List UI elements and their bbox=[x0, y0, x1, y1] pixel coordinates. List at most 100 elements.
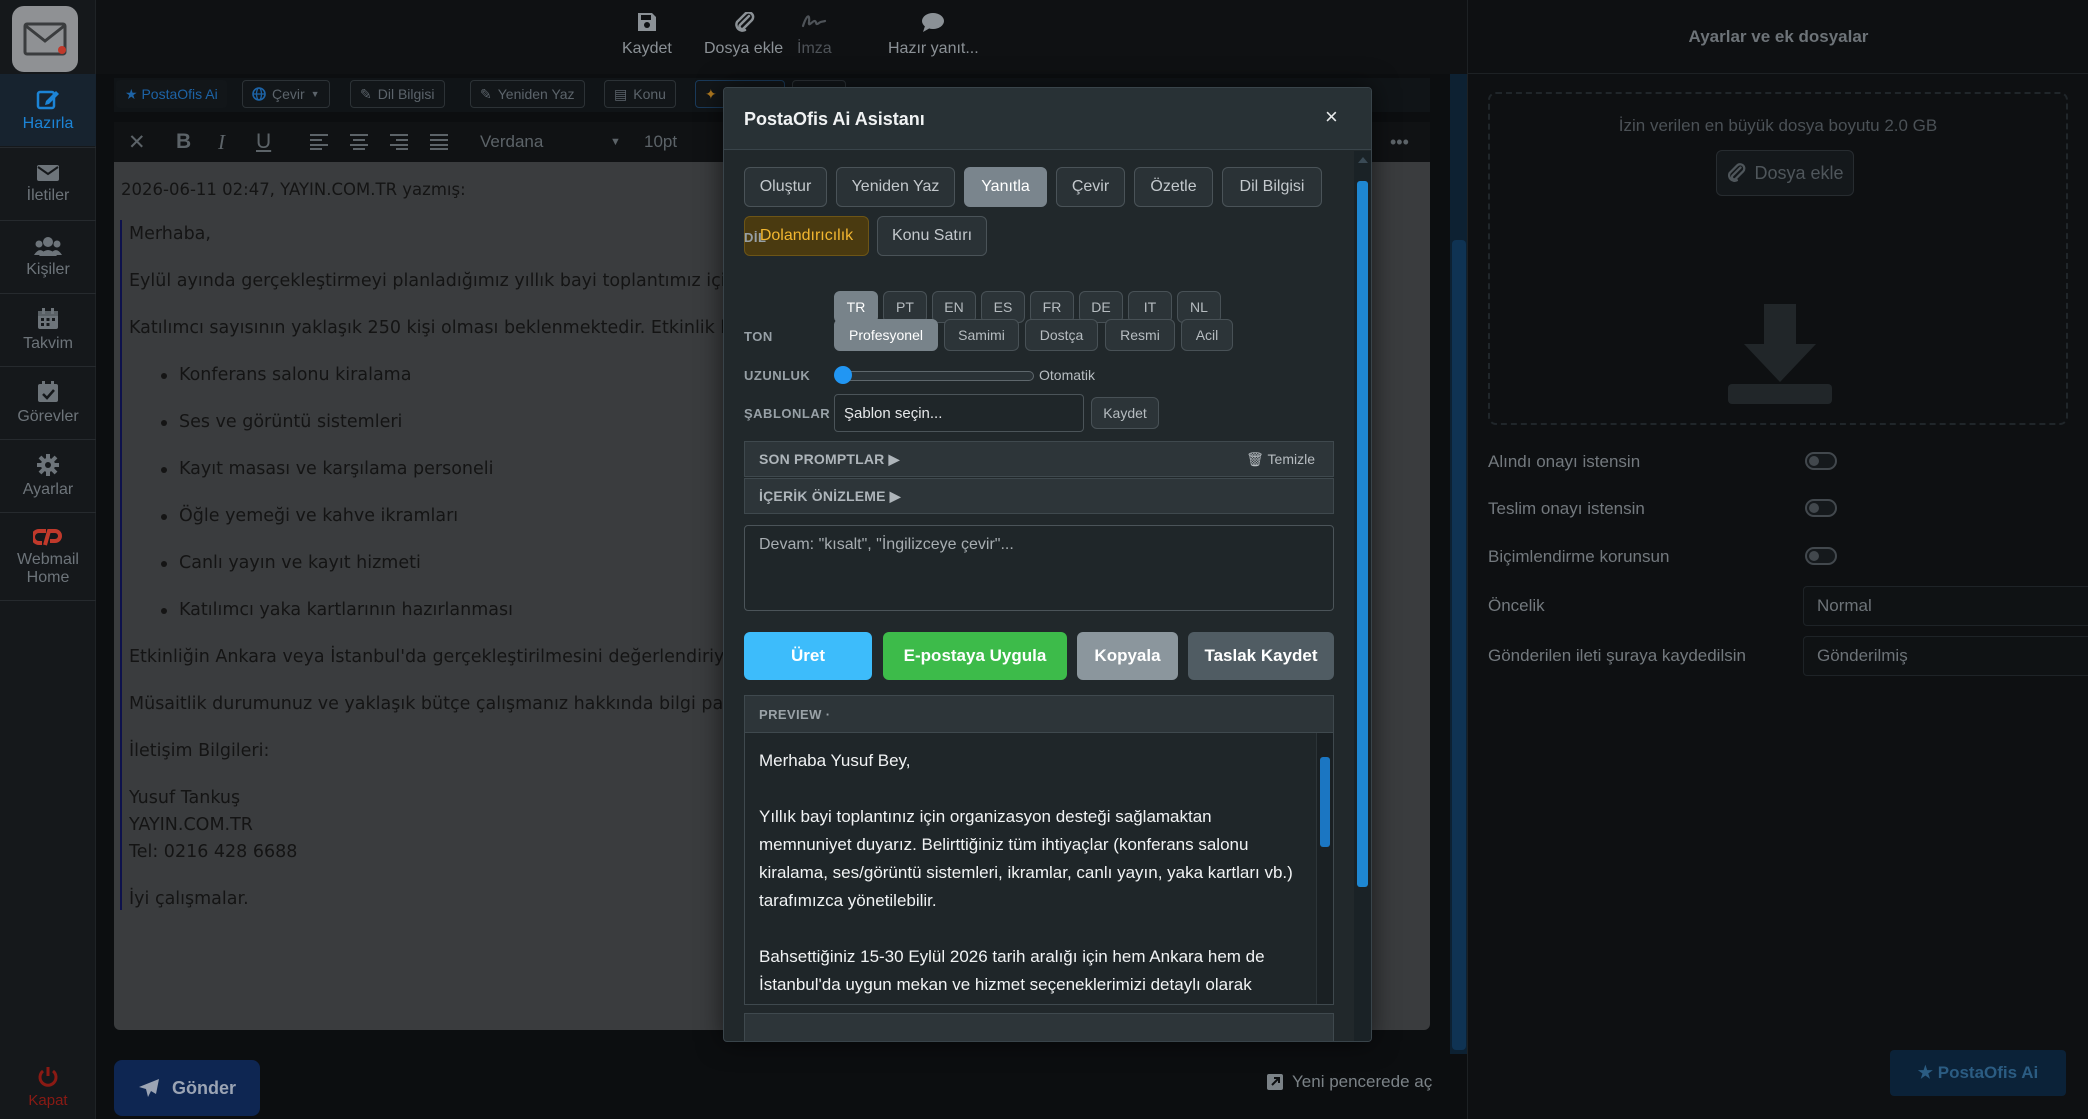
new-window-label: Yeni pencerede aç bbox=[1292, 1072, 1433, 1091]
canned-responses-button[interactable]: Hazır yanıt... bbox=[888, 12, 979, 58]
editor-scrollbar[interactable] bbox=[1450, 74, 1468, 1054]
quote-header: 2026-06-11 02:47, YAYIN.COM.TR yazmış: bbox=[121, 180, 466, 199]
tab-summarize[interactable]: Özetle bbox=[1134, 167, 1213, 207]
external-link-icon bbox=[1267, 1074, 1283, 1090]
prompt-textarea[interactable]: Devam: "kısalt", "İngilizceye çevir"... bbox=[744, 525, 1334, 611]
font-size-value: 10pt bbox=[644, 132, 678, 151]
greeting-text: Merhaba, bbox=[129, 224, 211, 244]
grammar-chip[interactable]: ✎ Dil Bilgisi bbox=[350, 80, 445, 108]
attach-file-button[interactable]: Dosya ekle bbox=[704, 12, 783, 58]
comment-icon bbox=[922, 13, 945, 32]
scroll-up-icon[interactable] bbox=[1358, 157, 1368, 163]
priority-select[interactable]: Normal bbox=[1803, 586, 2088, 626]
content-preview-accordion[interactable]: İÇERİK ÖNİZLEME ▶ bbox=[744, 478, 1334, 514]
tone-warm[interactable]: Dostça bbox=[1025, 319, 1098, 351]
logout-button[interactable]: Kapat bbox=[0, 1056, 96, 1119]
tab-translate[interactable]: Çevir bbox=[1056, 167, 1125, 207]
nav-webmail-home[interactable]: Webmail Home bbox=[0, 514, 96, 600]
subject-chip[interactable]: ▤ Konu bbox=[604, 80, 676, 108]
generate-button[interactable]: Üret bbox=[744, 632, 872, 680]
paperclip-icon bbox=[1728, 163, 1746, 182]
tone-formal[interactable]: Resmi bbox=[1105, 319, 1175, 351]
length-label: UZUNLUK bbox=[744, 368, 811, 383]
nav-compose[interactable]: Hazırla bbox=[0, 74, 96, 146]
preview-paragraph: Merhaba Yusuf Bey, bbox=[759, 751, 911, 770]
contacts-icon bbox=[34, 236, 62, 256]
nav-contacts[interactable]: Kişiler bbox=[0, 221, 96, 293]
clear-prompts-button[interactable]: 🗑 Temizle bbox=[1246, 451, 1315, 468]
preview-panel[interactable]: Merhaba Yusuf Bey, Yıllık bayi toplantın… bbox=[744, 733, 1334, 1005]
underline-icon[interactable]: U bbox=[256, 128, 271, 156]
tab-subject-line[interactable]: Konu Satırı bbox=[877, 216, 987, 256]
nav-messages[interactable]: İletiler bbox=[0, 148, 96, 220]
italic-icon[interactable]: I bbox=[218, 128, 225, 156]
settings-attachments-panel: Ayarlar ve ek dosyalar İzin verilen en b… bbox=[1467, 0, 2088, 1119]
font-family-select[interactable]: Verdana ▼ bbox=[480, 128, 640, 156]
copy-button[interactable]: Kopyala bbox=[1077, 632, 1178, 680]
chevron-down-icon: ▼ bbox=[310, 89, 320, 99]
scrollbar-thumb[interactable] bbox=[1452, 240, 1466, 1050]
scrollbar-thumb[interactable] bbox=[1320, 757, 1330, 847]
list-item: Canlı yayın ve kayıt hizmeti bbox=[161, 553, 421, 573]
closing-text: İyi çalışmalar. bbox=[129, 889, 249, 909]
bold-icon[interactable]: B bbox=[176, 128, 191, 156]
length-slider-track[interactable] bbox=[842, 371, 1034, 381]
preview-scrollbar[interactable] bbox=[1316, 733, 1333, 1004]
font-size-select[interactable]: 10pt bbox=[644, 128, 677, 156]
app-logo[interactable] bbox=[12, 6, 78, 72]
rewrite-chip[interactable]: ✎ Yeniden Yaz bbox=[470, 80, 585, 108]
compose-toolbar: Kaydet Dosya ekle İmza Hazır yanıt... bbox=[96, 0, 1467, 74]
scrollbar-thumb[interactable] bbox=[1357, 181, 1368, 887]
align-right-icon[interactable] bbox=[390, 128, 408, 156]
align-left-icon[interactable] bbox=[310, 128, 328, 156]
apply-to-email-button[interactable]: E-postaya Uygula bbox=[883, 632, 1067, 680]
panel-attach-button[interactable]: Dosya ekle bbox=[1716, 150, 1854, 196]
ai-brand-label: ★ PostaOfis Ai bbox=[125, 85, 218, 102]
length-slider-thumb[interactable] bbox=[834, 366, 852, 384]
ai-assistant-button[interactable]: ★ PostaOfis Ai bbox=[1890, 1050, 2066, 1096]
align-center-icon[interactable] bbox=[350, 128, 368, 156]
list-item: Katılımcı yaka kartlarının hazırlanması bbox=[161, 600, 513, 620]
read-receipt-label: Alındı onayı istensin bbox=[1488, 452, 1641, 471]
tab-create[interactable]: Oluştur bbox=[744, 167, 827, 207]
open-new-window-link[interactable]: Yeni pencerede aç bbox=[1266, 1072, 1432, 1092]
translate-chip[interactable]: Çevir ▼ bbox=[242, 80, 330, 108]
preview-text: Merhaba Yusuf Bey, Yıllık bayi toplantın… bbox=[759, 747, 1299, 1004]
tone-urgent[interactable]: Acil bbox=[1181, 319, 1233, 351]
calendar-icon bbox=[38, 307, 58, 329]
delivery-receipt-toggle[interactable] bbox=[1805, 499, 1837, 517]
read-receipt-row: Alındı onayı istensin bbox=[1488, 444, 2068, 480]
save-draft-button[interactable]: Taslak Kaydet bbox=[1188, 632, 1334, 680]
tone-friendly[interactable]: Samimi bbox=[944, 319, 1019, 351]
tab-grammar[interactable]: Dil Bilgisi bbox=[1222, 167, 1322, 207]
clear-format-icon[interactable]: ✕ bbox=[128, 128, 146, 156]
attachment-drop-zone[interactable]: İzin verilen en büyük dosya boyutu 2.0 G… bbox=[1488, 92, 2068, 425]
send-button[interactable]: Gönder bbox=[114, 1060, 260, 1116]
postaofis-ai-chip[interactable]: ★ PostaOfis Ai bbox=[116, 80, 227, 108]
send-label: Gönder bbox=[171, 1077, 236, 1098]
collapsed-section[interactable] bbox=[744, 1013, 1334, 1041]
modal-scrollbar[interactable] bbox=[1354, 151, 1371, 1041]
keep-format-toggle[interactable] bbox=[1805, 547, 1837, 565]
save-sent-select[interactable]: Gönderilmiş bbox=[1803, 636, 2088, 676]
template-save-button[interactable]: Kaydet bbox=[1091, 397, 1159, 429]
language-label: DİL bbox=[744, 230, 767, 245]
more-options-icon[interactable]: ••• bbox=[1390, 128, 1409, 156]
nav-calendar[interactable]: Takvim bbox=[0, 294, 96, 366]
tone-professional[interactable]: Profesyonel bbox=[834, 319, 938, 351]
nav-settings[interactable]: Ayarlar bbox=[0, 440, 96, 512]
recent-prompts-accordion[interactable]: SON PROMPTLAR ▶ 🗑 Temizle bbox=[744, 441, 1334, 477]
tab-reply[interactable]: Yanıtla bbox=[964, 167, 1047, 207]
template-select[interactable]: Şablon seçin... bbox=[834, 394, 1084, 432]
tab-rewrite[interactable]: Yeniden Yaz bbox=[836, 167, 955, 207]
signature-button[interactable]: İmza bbox=[797, 12, 832, 58]
align-justify-icon[interactable] bbox=[430, 128, 448, 156]
list-item: Kayıt masası ve karşılama personeli bbox=[161, 459, 494, 479]
tasks-icon bbox=[38, 380, 58, 402]
save-button[interactable]: Kaydet bbox=[622, 12, 672, 58]
nav-tasks[interactable]: Görevler bbox=[0, 367, 96, 439]
nav-label: Takvim bbox=[23, 334, 73, 352]
read-receipt-toggle[interactable] bbox=[1805, 452, 1837, 470]
close-icon[interactable]: × bbox=[1325, 106, 1338, 128]
pen-icon: ✎ bbox=[480, 85, 492, 102]
